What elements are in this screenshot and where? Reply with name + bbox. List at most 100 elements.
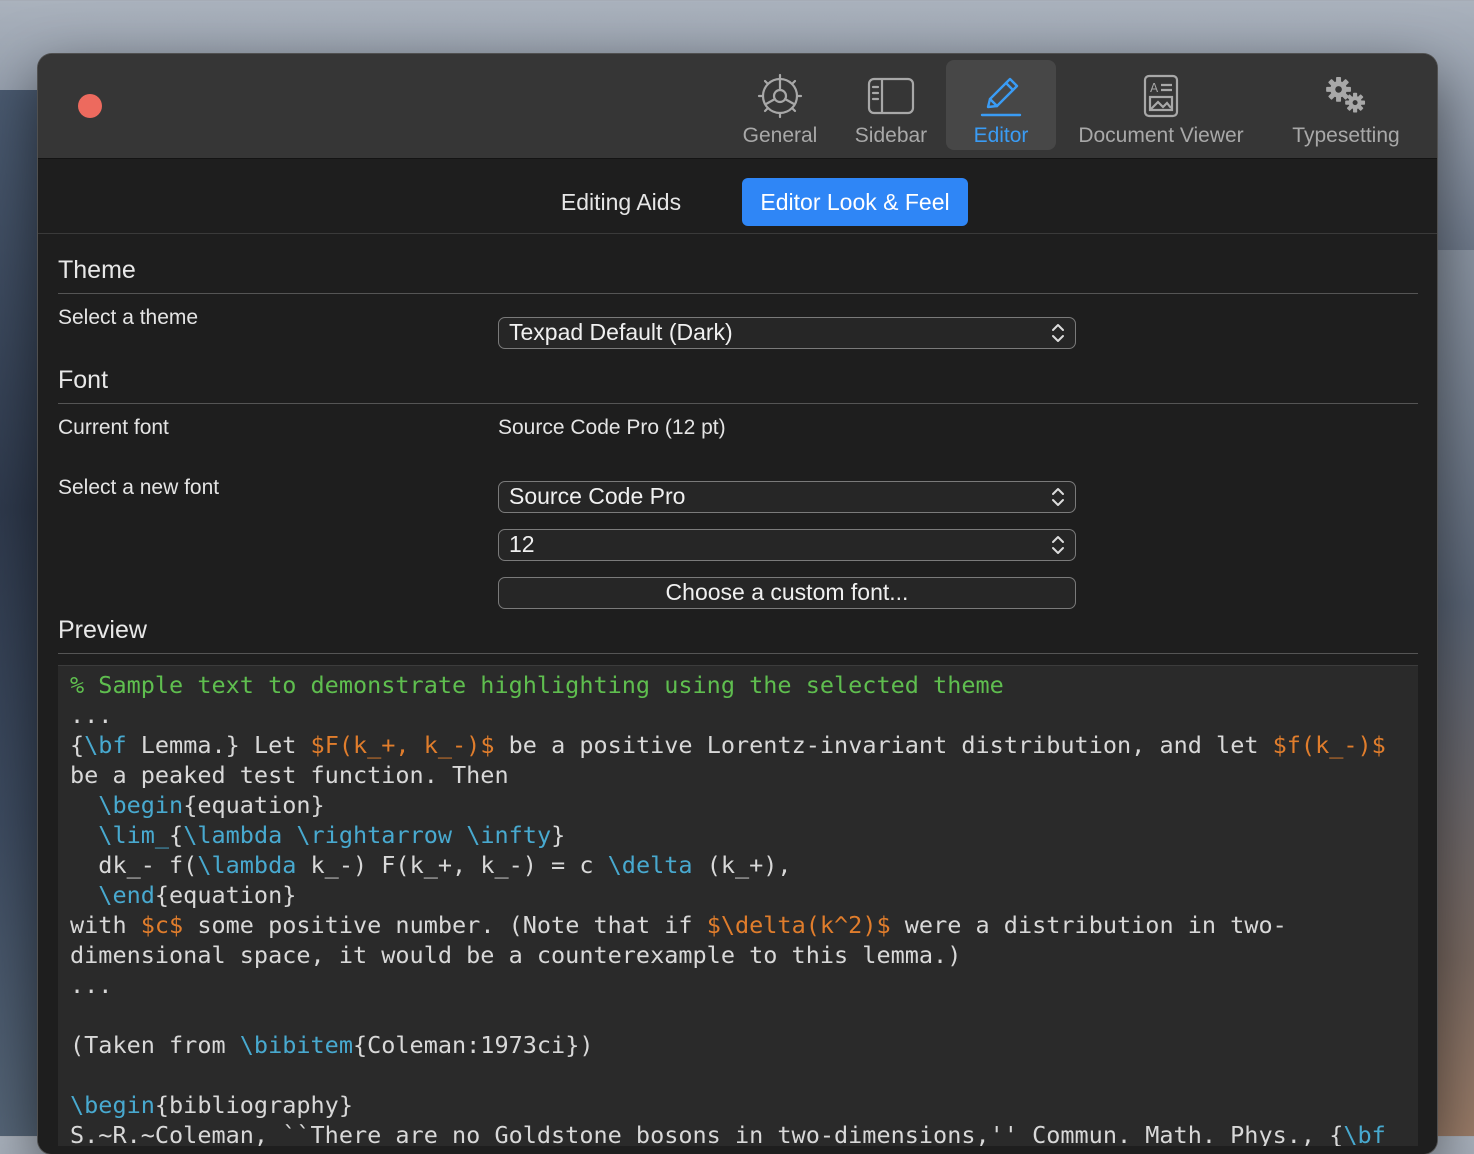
code-line: \lim_{\lambda \rightarrow \infty}: [70, 820, 1386, 850]
toolbar-item-typesetting[interactable]: Typesetting: [1278, 60, 1414, 150]
preferences-window: General Sidebar Editor A Document Viewer…: [38, 54, 1437, 1154]
theme-popup[interactable]: Texpad Default (Dark): [498, 317, 1076, 349]
select-new-font-label: Select a new font: [58, 476, 220, 499]
divider: [58, 293, 1418, 294]
code-line: with $c$ some positive number. (Note tha…: [70, 910, 1386, 940]
code-line: S.~R.~Coleman, ``There are no Goldstone …: [70, 1120, 1386, 1146]
toolbar-item-document-viewer[interactable]: A Document Viewer: [1064, 60, 1258, 150]
toolbar-label: Sidebar: [854, 124, 928, 147]
toolbar-item-general[interactable]: General: [734, 60, 826, 150]
up-down-chevron-icon: [1052, 324, 1064, 342]
code-line: be a peaked test function. Then: [70, 760, 1386, 790]
code-command: \bf: [1343, 1121, 1386, 1146]
font-family-popup[interactable]: Source Code Pro: [498, 481, 1076, 513]
code-text: }: [551, 821, 566, 849]
code-text: dk_- f(: [70, 851, 198, 879]
toolbar-label: General: [742, 124, 818, 147]
code-math: $\delta(k^2)$: [706, 911, 891, 939]
choose-custom-font-button[interactable]: Choose a custom font...: [498, 577, 1076, 609]
theme-preview: % Sample text to demonstrate highlightin…: [58, 665, 1418, 1146]
select-theme-label: Select a theme: [58, 306, 199, 329]
toolbar-label: Document Viewer: [1078, 124, 1244, 147]
code-line: ...: [70, 970, 1386, 1000]
titlebar: General Sidebar Editor A Document Viewer…: [38, 54, 1437, 159]
code-text: {equation}: [183, 791, 325, 819]
code-line: dk_- f(\lambda k_-) F(k_+, k_-) = c \del…: [70, 850, 1386, 880]
code-command: \begin: [70, 1091, 155, 1119]
code-line: \end{equation}: [70, 880, 1386, 910]
code-line: {\bf Lemma.} Let $F(k_+, k_-)$ be a posi…: [70, 730, 1386, 760]
code-math: $f(k_-)$: [1272, 731, 1386, 759]
code-command: \bf: [84, 731, 127, 759]
code-text: S.~R.~Coleman, ``There are no Goldstone …: [70, 1121, 1344, 1146]
code-text: {: [169, 821, 184, 849]
code-text: (Taken from: [70, 1031, 240, 1059]
up-down-chevron-icon: [1052, 536, 1064, 554]
code-math: $F(k_+, k_-)$: [310, 731, 495, 759]
code-command: \lambda: [197, 851, 297, 879]
tab-editor-look-and-feel[interactable]: Editor Look & Feel: [742, 178, 968, 226]
code-text: be a positive Lorentz-invariant distribu…: [494, 731, 1273, 759]
code-text: {bibliography}: [154, 1091, 353, 1119]
code-text: {: [70, 731, 85, 759]
code-line: ...: [70, 700, 1386, 730]
current-font-value: Source Code Pro (12 pt): [498, 416, 726, 439]
code-text: be a peaked test function. Then: [70, 761, 509, 789]
code-command: \begin: [98, 791, 184, 819]
segmented-control: Editing Aids Editor Look & Feel: [38, 159, 1437, 234]
code-text: {equation}: [154, 881, 297, 909]
svg-text:A: A: [1150, 81, 1159, 95]
theme-section-title: Theme: [58, 256, 136, 284]
font-family-value: Source Code Pro: [509, 483, 686, 509]
code-text: some positive number. (Note that if: [183, 911, 707, 939]
document-icon: A: [1137, 72, 1185, 120]
code-command: \lambda: [183, 821, 283, 849]
up-down-chevron-icon: [1052, 488, 1064, 506]
toolbar-label: Editor: [973, 124, 1029, 147]
pencil-icon: [977, 72, 1025, 120]
code-command: \delta: [607, 851, 693, 879]
code-text: ...: [70, 971, 113, 999]
code-text: k_-) F(k_+, k_-) = c: [296, 851, 608, 879]
editor-preferences-pane: Editing Aids Editor Look & Feel Theme Se…: [38, 159, 1437, 1154]
toolbar-item-sidebar[interactable]: Sidebar: [844, 60, 938, 150]
font-size-popup[interactable]: 12: [498, 529, 1076, 561]
sidebar-icon: [867, 72, 915, 120]
code-text: ...: [70, 701, 113, 729]
preview-section-title: Preview: [58, 616, 147, 644]
preview-code: % Sample text to demonstrate highlightin…: [70, 670, 1386, 1146]
code-text: {Coleman:1973ci}): [352, 1031, 594, 1059]
code-command: \rightarrow: [296, 821, 453, 849]
code-math: $c$: [140, 911, 184, 939]
font-section-title: Font: [58, 366, 109, 394]
toolbar-item-editor[interactable]: Editor: [946, 60, 1056, 150]
code-comment: % Sample text to demonstrate highlightin…: [70, 671, 1004, 699]
tab-editing-aids[interactable]: Editing Aids: [536, 178, 706, 226]
code-line: % Sample text to demonstrate highlightin…: [70, 670, 1386, 700]
code-text: were a distribution in two-: [890, 911, 1287, 939]
code-text: with: [70, 911, 141, 939]
code-line: (Taken from \bibitem{Coleman:1973ci}): [70, 1030, 1386, 1060]
code-command: \infty: [466, 821, 552, 849]
theme-popup-value: Texpad Default (Dark): [509, 319, 733, 345]
divider: [58, 653, 1418, 654]
font-size-value: 12: [509, 531, 535, 557]
code-line: \begin{bibliography}: [70, 1090, 1386, 1120]
code-command: \lim_: [98, 821, 170, 849]
gears-icon: [1322, 72, 1370, 120]
code-command: \end: [98, 881, 155, 909]
current-font-label: Current font: [58, 416, 169, 439]
code-text: (k_+),: [692, 851, 792, 879]
toolbar-label: Typesetting: [1292, 124, 1400, 147]
code-text: Lemma.} Let: [126, 731, 311, 759]
code-line: dimensional space, it would be a counter…: [70, 940, 1386, 970]
code-line: \begin{equation}: [70, 790, 1386, 820]
divider: [58, 403, 1418, 404]
gear-icon: [756, 72, 804, 120]
